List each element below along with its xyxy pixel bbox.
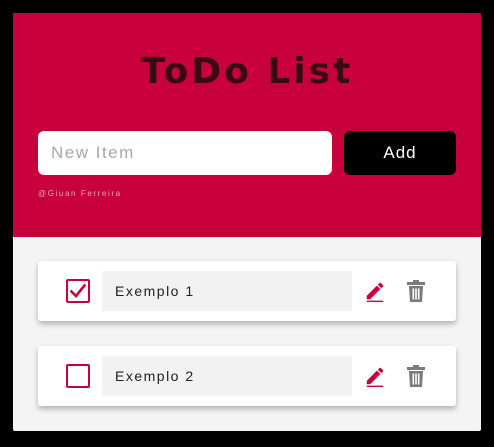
todo-app: ToDo List Add @Giuan Ferreira Exemplo 1 …: [13, 13, 481, 431]
item-text[interactable]: Exemplo 2: [102, 356, 352, 396]
add-button[interactable]: Add: [344, 131, 456, 175]
new-item-input[interactable]: [38, 131, 332, 175]
item-checkbox[interactable]: [66, 364, 90, 388]
todo-item: Exemplo 1: [38, 261, 456, 321]
todo-item: Exemplo 2: [38, 346, 456, 406]
trash-icon[interactable]: [406, 280, 426, 302]
item-text[interactable]: Exemplo 1: [102, 271, 352, 311]
header: ToDo List Add @Giuan Ferreira: [13, 13, 481, 237]
pencil-edit-icon[interactable]: [364, 365, 386, 387]
pencil-edit-icon[interactable]: [364, 280, 386, 302]
item-checkbox[interactable]: [66, 279, 90, 303]
check-icon: [69, 283, 87, 298]
trash-icon[interactable]: [406, 365, 426, 387]
credit-text: @Giuan Ferreira: [38, 189, 122, 198]
page-title: ToDo List: [140, 51, 354, 92]
